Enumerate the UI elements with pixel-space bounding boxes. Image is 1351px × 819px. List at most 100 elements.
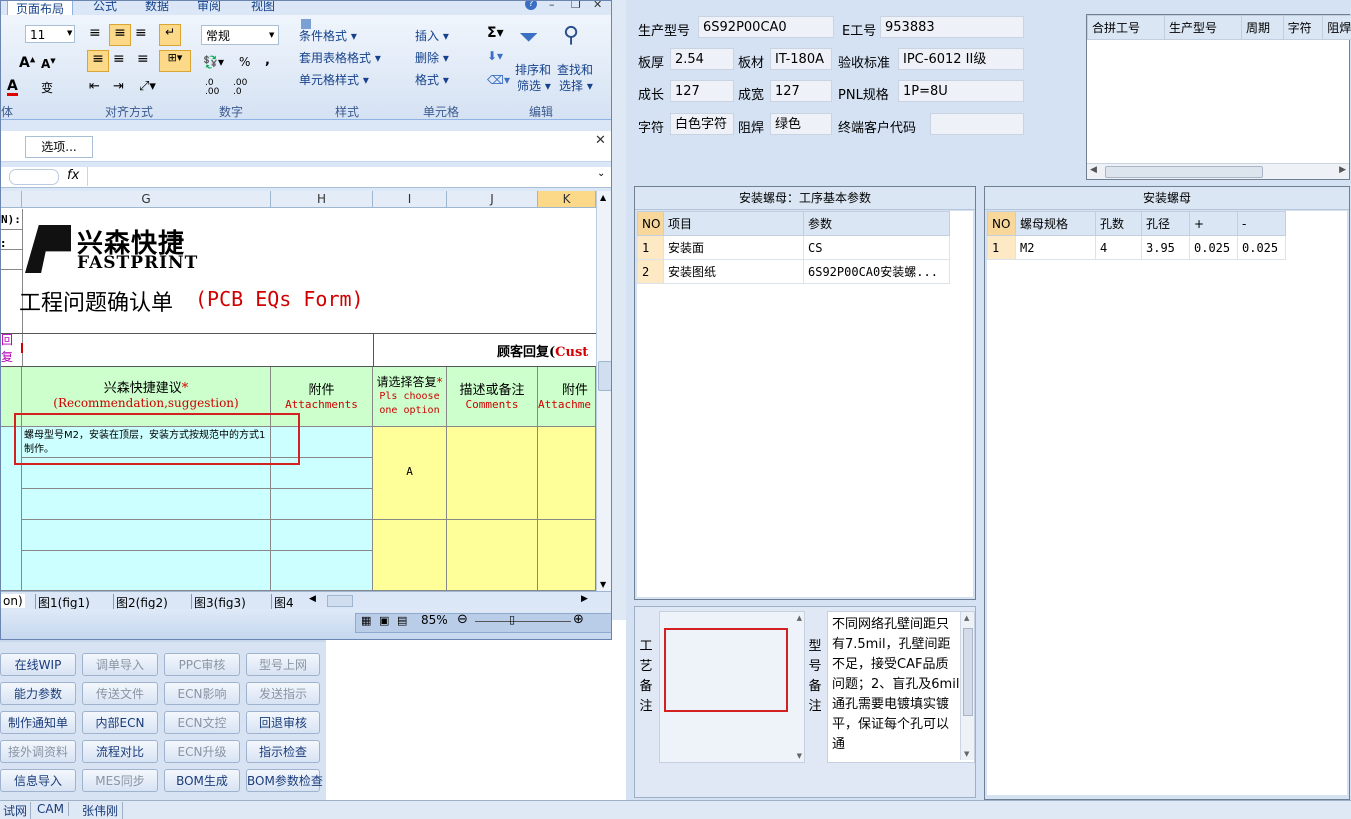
increase-decimal-icon[interactable]: .0.00 bbox=[205, 79, 219, 97]
choose-answer-header[interactable]: 请选择答复* Pls choose one option bbox=[373, 367, 447, 427]
page-layout-icon[interactable]: ▣ bbox=[379, 614, 389, 627]
merge-center-icon[interactable]: ⊞▾ bbox=[159, 50, 191, 72]
scroll-thumb[interactable] bbox=[963, 628, 973, 716]
conditional-format-button[interactable]: 条件格式 ▾ bbox=[299, 27, 357, 44]
scroll-down-icon[interactable]: ▼ bbox=[600, 580, 606, 589]
font-shrink-icon[interactable]: A▼ bbox=[41, 57, 56, 71]
function-button[interactable]: 回退审核 bbox=[246, 711, 320, 734]
restore-icon[interactable]: ❐ bbox=[571, 1, 581, 11]
col-model[interactable]: 生产型号 bbox=[1164, 15, 1243, 40]
function-button[interactable]: 指示检查 bbox=[246, 740, 320, 763]
align-top-icon[interactable]: ≡ bbox=[89, 25, 101, 41]
sort-filter-label-2[interactable]: 筛选 ▾ bbox=[517, 77, 551, 94]
function-button[interactable]: ECN文控 bbox=[164, 711, 240, 734]
find-select-label-2[interactable]: 选择 ▾ bbox=[559, 77, 593, 94]
col-minus-tol[interactable]: - bbox=[1237, 211, 1286, 236]
function-button[interactable]: ECN升级 bbox=[164, 740, 240, 763]
pnl-field[interactable]: 1P=8U bbox=[898, 80, 1024, 102]
eno-field[interactable]: 953883 bbox=[880, 16, 1024, 38]
align-middle-icon[interactable]: ≡ bbox=[109, 24, 131, 46]
attachments2-header[interactable]: 附件 Attachme bbox=[538, 367, 596, 427]
cell-style-button[interactable]: 单元格样式 ▾ bbox=[299, 71, 369, 88]
indent-decrease-icon[interactable]: ⇤ bbox=[89, 79, 100, 94]
formula-cancel-icon[interactable] bbox=[9, 169, 59, 185]
minimize-icon[interactable]: – bbox=[549, 1, 555, 11]
col-hole-count[interactable]: 孔数 bbox=[1095, 211, 1142, 236]
table-row[interactable]: 1 M2 4 3.95 0.025 0.025 bbox=[987, 235, 1286, 260]
model-note-box[interactable]: 不同网络孔壁间距只有7.5mil，孔壁间距不足，接受CAF品质问题；2、盲孔及6… bbox=[827, 611, 975, 763]
insert-button[interactable]: 插入 ▾ bbox=[415, 27, 449, 44]
align-bottom-icon[interactable]: ≡ bbox=[135, 25, 147, 41]
number-format-select[interactable]: 常规 bbox=[201, 25, 279, 45]
fx-icon[interactable]: fx bbox=[67, 168, 79, 183]
col-plus-tol[interactable]: + bbox=[1189, 211, 1238, 236]
help-icon[interactable]: ? bbox=[525, 1, 537, 10]
column-header-j[interactable]: J bbox=[447, 191, 538, 208]
scroll-right-icon[interactable]: ▶ bbox=[1339, 165, 1346, 175]
scroll-thumb[interactable] bbox=[1105, 166, 1263, 178]
column-header-k[interactable]: K bbox=[538, 191, 596, 208]
chevron-down-icon[interactable]: ⌄ bbox=[597, 168, 605, 179]
comments-header[interactable]: 描述或备注 Comments bbox=[447, 367, 538, 427]
tab-formulas[interactable]: 公式 bbox=[93, 1, 117, 14]
fill-icon[interactable]: ⬇▾ bbox=[487, 49, 503, 63]
scroll-down-icon[interactable]: ▼ bbox=[964, 750, 969, 758]
scroll-left-icon[interactable]: ◀ bbox=[1090, 165, 1097, 175]
function-button[interactable]: PPC审核 bbox=[164, 653, 240, 676]
col-no[interactable]: NO bbox=[637, 211, 664, 236]
function-button[interactable]: 内部ECN bbox=[82, 711, 158, 734]
page-break-icon[interactable]: ▤ bbox=[397, 614, 407, 627]
font-grow-icon[interactable]: A▲ bbox=[19, 55, 35, 71]
zoom-thumb[interactable]: ▯ bbox=[509, 613, 515, 626]
zoom-slider[interactable] bbox=[475, 621, 571, 622]
col-nut-spec[interactable]: 螺母规格 bbox=[1015, 211, 1096, 236]
formula-input[interactable] bbox=[87, 167, 596, 186]
zoom-in-icon[interactable]: ⊕ bbox=[573, 612, 584, 627]
scroll-up-icon[interactable]: ▲ bbox=[797, 614, 802, 622]
function-button[interactable]: 能力参数 bbox=[0, 682, 76, 705]
function-button[interactable]: 发送指示 bbox=[246, 682, 320, 705]
merge-hscrollbar[interactable]: ◀ ▶ bbox=[1087, 163, 1349, 179]
autosum-icon[interactable]: Σ▾ bbox=[487, 25, 504, 41]
sheet-tab[interactable]: on) bbox=[1, 594, 25, 608]
vertical-scrollbar[interactable]: ▲ ▼ bbox=[596, 191, 611, 591]
table-format-button[interactable]: 套用表格格式 ▾ bbox=[299, 49, 381, 66]
sort-filter-label-1[interactable]: 排序和 bbox=[515, 61, 551, 78]
scroll-down-icon[interactable]: ▼ bbox=[797, 752, 802, 760]
tab-review[interactable]: 审阅 bbox=[197, 1, 221, 14]
wrap-text-icon[interactable]: ↵ bbox=[159, 24, 181, 46]
column-header-i[interactable]: I bbox=[373, 191, 447, 208]
standard-field[interactable]: IPC-6012 II级 bbox=[898, 48, 1024, 70]
scroll-left-icon[interactable]: ◀ bbox=[309, 594, 316, 604]
delete-button[interactable]: 删除 ▾ bbox=[415, 49, 449, 66]
orientation-icon[interactable]: ⤢▾ bbox=[139, 79, 156, 94]
col-hole-diameter[interactable]: 孔径 bbox=[1141, 211, 1190, 236]
legend-field[interactable]: 白色字符 bbox=[670, 113, 734, 135]
thickness-field[interactable]: 2.54 bbox=[670, 48, 734, 70]
function-button[interactable]: 传送文件 bbox=[82, 682, 158, 705]
scroll-right-icon[interactable]: ▶ bbox=[581, 594, 588, 604]
function-button[interactable]: 在线WIP bbox=[0, 653, 76, 676]
zoom-out-icon[interactable]: ⊖ bbox=[457, 612, 468, 627]
font-color-icon[interactable]: A bbox=[7, 79, 18, 96]
column-header-g[interactable]: G bbox=[22, 191, 271, 208]
function-button[interactable]: MES同步 bbox=[82, 769, 158, 792]
customer-code-field[interactable] bbox=[930, 113, 1024, 135]
taskbar-item[interactable]: 张伟刚 bbox=[78, 802, 124, 819]
col-item[interactable]: 项目 bbox=[663, 211, 804, 236]
clear-icon[interactable]: ⌫▾ bbox=[487, 73, 510, 87]
close-icon[interactable]: ✕ bbox=[595, 133, 606, 148]
function-button[interactable]: BOM参数检查 bbox=[246, 769, 323, 792]
function-button[interactable]: BOM生成 bbox=[164, 769, 240, 792]
model-note-scrollbar[interactable]: ▲ ▼ bbox=[960, 612, 974, 760]
sort-filter-icon[interactable]: ⏷ bbox=[519, 23, 538, 51]
percent-icon[interactable]: % bbox=[239, 55, 250, 69]
phonetic-icon[interactable]: 变 bbox=[41, 79, 53, 96]
col-param[interactable]: 参数 bbox=[803, 211, 950, 236]
col-legend[interactable]: 字符 bbox=[1282, 15, 1324, 40]
chevron-down-icon[interactable]: ▼ bbox=[67, 29, 72, 37]
col-mask[interactable]: 阻焊 bbox=[1322, 15, 1351, 40]
col-merge-eno[interactable]: 合拼工号 bbox=[1086, 15, 1166, 40]
merge-table[interactable]: 合拼工号 生产型号 周期 字符 阻焊 ◀ ▶ bbox=[1086, 14, 1351, 180]
align-left-icon[interactable]: ≡ bbox=[87, 50, 109, 72]
